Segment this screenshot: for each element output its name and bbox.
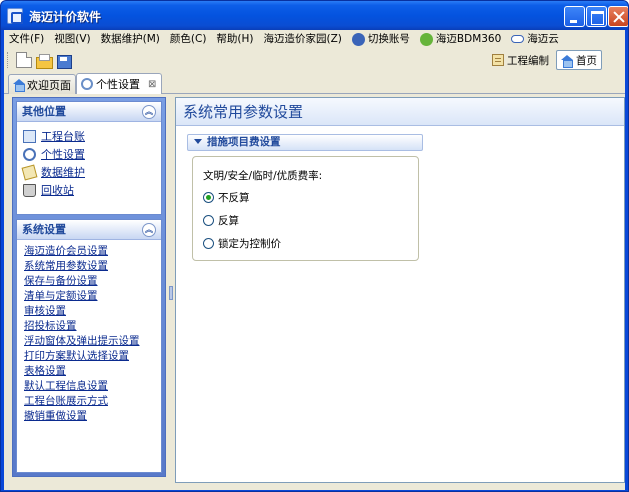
settings-link-save-backup[interactable]: 保存与备份设置 xyxy=(24,274,154,289)
project-edit-icon xyxy=(492,54,504,66)
expand-triangle-icon xyxy=(194,139,202,144)
page-title: 系统常用参数设置 xyxy=(176,98,624,126)
tab-personal-settings[interactable]: 个性设置 ⊠ xyxy=(76,73,162,94)
menu-bdm360[interactable]: 海迈BDM360 xyxy=(415,30,506,48)
pencil-icon xyxy=(21,164,38,180)
nav-data-maintenance[interactable]: 数据维护 xyxy=(21,163,155,181)
radio-option-no-reverse[interactable]: 不反算 xyxy=(203,186,408,209)
settings-link-bidding[interactable]: 招投标设置 xyxy=(24,319,154,334)
cloud-icon xyxy=(511,35,525,43)
system-settings-header[interactable]: 系统设置 ︽ xyxy=(17,220,161,240)
sidebar: 其他位置 ︽ 工程台账 个性设置 数据维护 回收站 系统设置 ︽ 海迈造价会员设… xyxy=(12,97,166,477)
nav-label: 工程台账 xyxy=(41,130,85,143)
home-icon xyxy=(13,79,25,92)
settings-link-undo-redo[interactable]: 撤销重做设置 xyxy=(24,409,154,424)
nav-personal-settings[interactable]: 个性设置 xyxy=(23,145,155,163)
other-locations-panel: 其他位置 ︽ 工程台账 个性设置 数据维护 回收站 xyxy=(16,101,162,215)
radio-button[interactable] xyxy=(203,192,214,203)
menu-haimai-home[interactable]: 海迈造价家园(Z) xyxy=(259,30,347,48)
radio-option-reverse[interactable]: 反算 xyxy=(203,209,408,232)
nav-label: 回收站 xyxy=(41,184,74,197)
toolbar-grip[interactable] xyxy=(7,52,10,68)
gear-icon xyxy=(23,147,36,161)
settings-link-audit[interactable]: 审核设置 xyxy=(24,304,154,319)
home-button[interactable]: 首页 xyxy=(556,50,602,70)
project-edit-label: 工程编制 xyxy=(507,54,549,67)
trash-icon xyxy=(23,183,36,197)
main-content: 系统常用参数设置 措施项目费设置 文明/安全/临时/优质费率: 不反算 反算 锁… xyxy=(175,97,625,483)
radio-button[interactable] xyxy=(203,215,214,226)
minimize-button[interactable] xyxy=(564,6,585,27)
maximize-button[interactable] xyxy=(586,6,607,27)
settings-link-bill-quota[interactable]: 清单与定额设置 xyxy=(24,289,154,304)
settings-link-common-params[interactable]: 系统常用参数设置 xyxy=(24,259,154,274)
switch-account-label: 切换账号 xyxy=(367,33,410,45)
menu-data-maintenance[interactable]: 数据维护(M) xyxy=(96,30,165,48)
app-logo-icon xyxy=(7,8,23,24)
home-label: 首页 xyxy=(576,54,597,67)
window-title: 海迈计价软件 xyxy=(29,10,102,24)
settings-link-print-scheme[interactable]: 打印方案默认选择设置 xyxy=(24,349,154,364)
menu-help[interactable]: 帮助(H) xyxy=(211,30,258,48)
body-area: 其他位置 ︽ 工程台账 个性设置 数据维护 回收站 系统设置 ︽ 海迈造价会员设… xyxy=(4,95,625,490)
settings-link-table[interactable]: 表格设置 xyxy=(24,364,154,379)
radio-label: 不反算 xyxy=(218,192,250,204)
radio-option-lock-control-price[interactable]: 锁定为控制价 xyxy=(203,232,408,255)
open-folder-icon[interactable] xyxy=(36,52,53,69)
settings-link-ledger-display[interactable]: 工程台账展示方式 xyxy=(24,394,154,409)
bdm360-icon xyxy=(419,32,433,46)
title-bar[interactable]: 海迈计价软件 xyxy=(1,1,628,30)
close-button[interactable] xyxy=(608,6,628,27)
other-locations-header[interactable]: 其他位置 ︽ xyxy=(17,102,161,122)
system-settings-title: 系统设置 xyxy=(22,223,66,236)
bdm360-label: 海迈BDM360 xyxy=(435,33,502,45)
collapse-icon[interactable]: ︽ xyxy=(142,223,156,237)
nav-label: 个性设置 xyxy=(41,148,85,161)
settings-link-floating-window[interactable]: 浮动窗体及弹出提示设置 xyxy=(24,334,154,349)
menu-switch-account[interactable]: 切换账号 xyxy=(347,30,415,48)
home-icon xyxy=(561,54,573,68)
collapse-icon[interactable]: ︽ xyxy=(142,105,156,119)
radio-label: 锁定为控制价 xyxy=(218,238,281,250)
cloud-label: 海迈云 xyxy=(527,33,559,45)
tab-welcome-label: 欢迎页面 xyxy=(27,78,71,92)
system-settings-panel: 系统设置 ︽ 海迈造价会员设置 系统常用参数设置 保存与备份设置 清单与定额设置… xyxy=(16,219,162,473)
save-icon[interactable] xyxy=(56,52,72,69)
ledger-icon xyxy=(23,129,36,143)
app-window: 海迈计价软件 文件(F) 视图(V) 数据维护(M) 颜色(C) 帮助(H) 海… xyxy=(0,0,629,492)
nav-recycle-bin[interactable]: 回收站 xyxy=(23,181,155,199)
collapse-sidebar-handle[interactable] xyxy=(169,286,173,300)
new-file-icon[interactable] xyxy=(16,52,32,68)
menu-file[interactable]: 文件(F) xyxy=(4,30,49,48)
nav-project-ledger[interactable]: 工程台账 xyxy=(23,127,155,145)
client-area: 文件(F) 视图(V) 数据维护(M) 颜色(C) 帮助(H) 海迈造价家园(Z… xyxy=(4,30,625,490)
user-icon xyxy=(351,32,365,46)
other-locations-list: 工程台账 个性设置 数据维护 回收站 xyxy=(17,122,161,214)
panel-splitter[interactable] xyxy=(168,97,174,483)
tab-strip: 欢迎页面 个性设置 ⊠ xyxy=(4,72,625,94)
settings-link-default-project-info[interactable]: 默认工程信息设置 xyxy=(24,379,154,394)
section-header-measures[interactable]: 措施项目费设置 xyxy=(187,134,423,151)
tab-welcome[interactable]: 欢迎页面 xyxy=(8,74,76,94)
tab-personal-settings-label: 个性设置 xyxy=(96,78,140,91)
menu-bar: 文件(F) 视图(V) 数据维护(M) 颜色(C) 帮助(H) 海迈造价家园(Z… xyxy=(4,30,625,48)
section-title: 措施项目费设置 xyxy=(207,136,281,148)
radio-button[interactable] xyxy=(203,238,214,249)
fee-rate-label: 文明/安全/临时/优质费率: xyxy=(203,170,323,182)
tab-close-icon[interactable]: ⊠ xyxy=(148,79,156,90)
gear-icon xyxy=(81,78,93,90)
project-edit-button[interactable]: 工程编制 xyxy=(488,50,553,70)
menu-cloud[interactable]: 海迈云 xyxy=(506,30,564,48)
system-settings-list: 海迈造价会员设置 系统常用参数设置 保存与备份设置 清单与定额设置 审核设置 招… xyxy=(17,240,161,472)
toolbar: 工程编制 首页 xyxy=(4,49,625,71)
menu-view[interactable]: 视图(V) xyxy=(49,30,95,48)
radio-label: 反算 xyxy=(218,215,239,227)
other-locations-title: 其他位置 xyxy=(22,105,66,118)
fee-rate-group: 文明/安全/临时/优质费率: 不反算 反算 锁定为控制价 xyxy=(192,156,419,261)
menu-color[interactable]: 颜色(C) xyxy=(165,30,212,48)
nav-label: 数据维护 xyxy=(41,166,85,179)
settings-link-member[interactable]: 海迈造价会员设置 xyxy=(24,244,154,259)
